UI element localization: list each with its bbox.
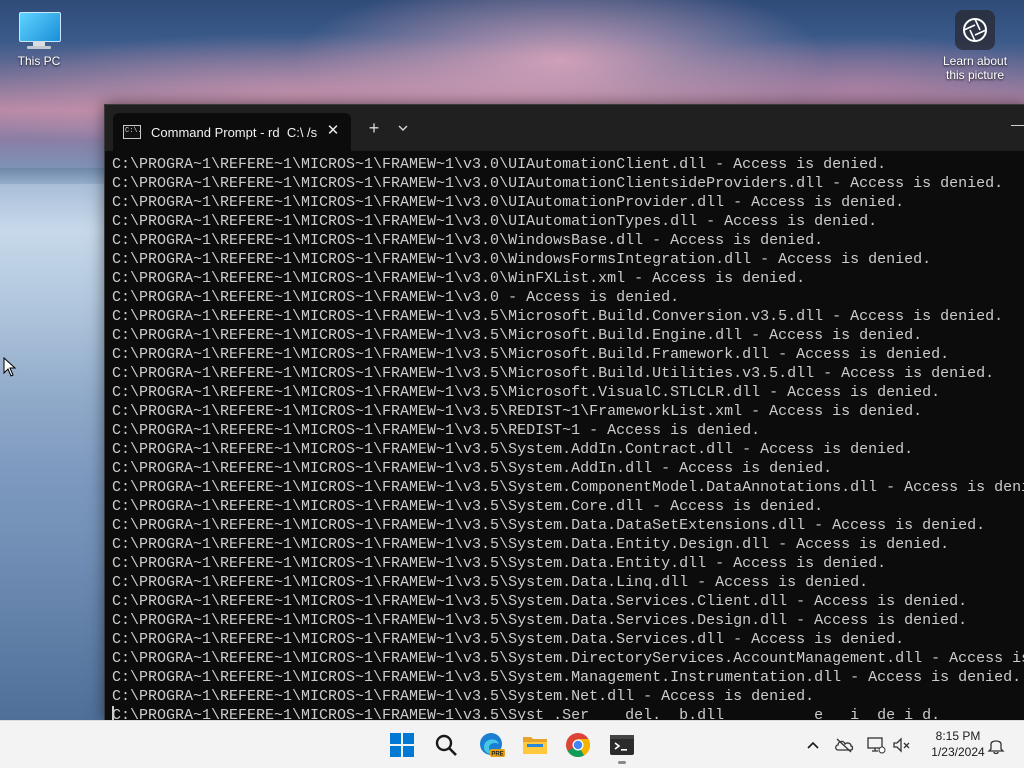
running-app-indicator (618, 761, 626, 764)
desktop-icon-learn-about-picture[interactable]: Learn about this picture (936, 8, 1014, 82)
svg-text:PRE: PRE (491, 752, 503, 758)
console-line: C:\PROGRA~1\REFERE~1\MICROS~1\FRAMEW~1\v… (112, 175, 1004, 192)
close-tab-button[interactable]: ✕ (323, 121, 343, 141)
network-icon (867, 737, 886, 754)
file-explorer-icon (523, 737, 547, 754)
mouse-cursor-icon (3, 357, 17, 377)
search-icon (435, 734, 457, 756)
desktop-icon-label: This PC (17, 54, 61, 68)
console-line: C:\PROGRA~1\REFERE~1\MICROS~1\FRAMEW~1\v… (112, 346, 950, 363)
search-button[interactable] (430, 729, 462, 761)
console-line: C:\PROGRA~1\REFERE~1\MICROS~1\FRAMEW~1\v… (112, 536, 950, 553)
console-line: C:\PROGRA~1\REFERE~1\MICROS~1\FRAMEW~1\v… (112, 650, 1024, 667)
new-tab-button[interactable]: + (363, 117, 385, 139)
console-line: C:\PROGRA~1\REFERE~1\MICROS~1\FRAMEW~1\v… (112, 574, 869, 591)
chevron-down-icon (398, 125, 408, 131)
console-line: C:\PROGRA~1\REFERE~1\MICROS~1\FRAMEW~1\v… (112, 384, 941, 401)
console-line: C:\PROGRA~1\REFERE~1\MICROS~1\FRAMEW~1\v… (112, 498, 824, 515)
chrome-icon (566, 733, 591, 758)
tab-command-prompt[interactable]: C:\. Command Prompt - rd C:\ /s ✕ (113, 113, 351, 151)
console-line: C:\PROGRA~1\REFERE~1\MICROS~1\FRAMEW~1\v… (112, 232, 824, 249)
console-line: C:\PROGRA~1\REFERE~1\MICROS~1\FRAMEW~1\v… (112, 555, 887, 572)
monitor-icon (17, 10, 61, 50)
taskbar: PRE 8:15 PM 1/23/2024 (0, 720, 1024, 768)
console-line: C:\PROGRA~1\REFERE~1\MICROS~1\FRAMEW~1\v… (112, 194, 905, 211)
console-line: C:\PROGRA~1\REFERE~1\MICROS~1\FRAMEW~1\v… (112, 631, 905, 648)
onedrive-button[interactable] (834, 735, 854, 755)
edge-beta-icon: PRE (480, 733, 505, 758)
text-cursor (112, 706, 114, 721)
file-explorer-button[interactable] (519, 729, 551, 761)
console-line: C:\PROGRA~1\REFERE~1\MICROS~1\FRAMEW~1\v… (112, 251, 932, 268)
console-line: C:\PROGRA~1\REFERE~1\MICROS~1\FRAMEW~1\v… (112, 156, 887, 173)
console-line: C:\PROGRA~1\REFERE~1\MICROS~1\FRAMEW~1\v… (112, 707, 941, 721)
console-line: C:\PROGRA~1\REFERE~1\MICROS~1\FRAMEW~1\v… (112, 213, 878, 230)
edge-beta-button[interactable]: PRE (476, 729, 508, 761)
notification-bell-icon (987, 740, 1005, 754)
volume-button[interactable] (892, 735, 912, 755)
terminal-titlebar[interactable]: C:\. Command Prompt - rd C:\ /s ✕ + (105, 105, 1024, 151)
show-hidden-icons-button[interactable] (803, 735, 823, 755)
console-line: C:\PROGRA~1\REFERE~1\MICROS~1\FRAMEW~1\v… (112, 479, 1024, 496)
console-line: C:\PROGRA~1\REFERE~1\MICROS~1\FRAMEW~1\v… (112, 441, 914, 458)
chevron-up-icon (807, 741, 819, 749)
tab-title: Command Prompt - rd C:\ /s (151, 124, 318, 140)
desktop-icon-this-pc[interactable]: This PC (8, 8, 70, 68)
terminal-icon (610, 735, 634, 755)
console-output[interactable]: C:\PROGRA~1\REFERE~1\MICROS~1\FRAMEW~1\v… (112, 155, 1024, 721)
network-button[interactable] (866, 735, 886, 755)
command-prompt-icon: C:\. (123, 125, 142, 139)
chrome-button[interactable] (562, 729, 594, 761)
console-line: C:\PROGRA~1\REFERE~1\MICROS~1\FRAMEW~1\v… (112, 422, 761, 439)
wallpaper-horizon (0, 168, 104, 184)
camera-aperture-icon (955, 10, 995, 50)
terminal-taskbar-button[interactable] (606, 729, 638, 761)
console-line: C:\PROGRA~1\REFERE~1\MICROS~1\FRAMEW~1\v… (112, 688, 815, 705)
console-line: C:\PROGRA~1\REFERE~1\MICROS~1\FRAMEW~1\v… (112, 517, 986, 534)
console-line: C:\PROGRA~1\REFERE~1\MICROS~1\FRAMEW~1\v… (112, 593, 968, 610)
minimize-button[interactable] (1011, 125, 1024, 126)
tab-dropdown-button[interactable] (393, 118, 413, 138)
console-line: C:\PROGRA~1\REFERE~1\MICROS~1\FRAMEW~1\v… (112, 327, 923, 344)
onedrive-icon (835, 738, 854, 753)
console-line: C:\PROGRA~1\REFERE~1\MICROS~1\FRAMEW~1\v… (112, 365, 995, 382)
notifications-button[interactable] (986, 735, 1006, 755)
start-button[interactable] (386, 729, 418, 761)
volume-muted-icon (893, 737, 910, 753)
console-line: C:\PROGRA~1\REFERE~1\MICROS~1\FRAMEW~1\v… (112, 270, 806, 287)
windows-start-icon (390, 733, 414, 757)
console-line: C:\PROGRA~1\REFERE~1\MICROS~1\FRAMEW~1\v… (112, 460, 833, 477)
console-line: C:\PROGRA~1\REFERE~1\MICROS~1\FRAMEW~1\v… (112, 289, 680, 306)
console-line: C:\PROGRA~1\REFERE~1\MICROS~1\FRAMEW~1\v… (112, 308, 1004, 325)
console-line: C:\PROGRA~1\REFERE~1\MICROS~1\FRAMEW~1\v… (112, 403, 923, 420)
console-line: C:\PROGRA~1\REFERE~1\MICROS~1\FRAMEW~1\v… (112, 669, 1022, 686)
desktop-icon-label: Learn about this picture (942, 54, 1008, 82)
console-line: C:\PROGRA~1\REFERE~1\MICROS~1\FRAMEW~1\v… (112, 612, 968, 629)
terminal-window[interactable]: C:\. Command Prompt - rd C:\ /s ✕ + C:\P… (104, 104, 1024, 721)
